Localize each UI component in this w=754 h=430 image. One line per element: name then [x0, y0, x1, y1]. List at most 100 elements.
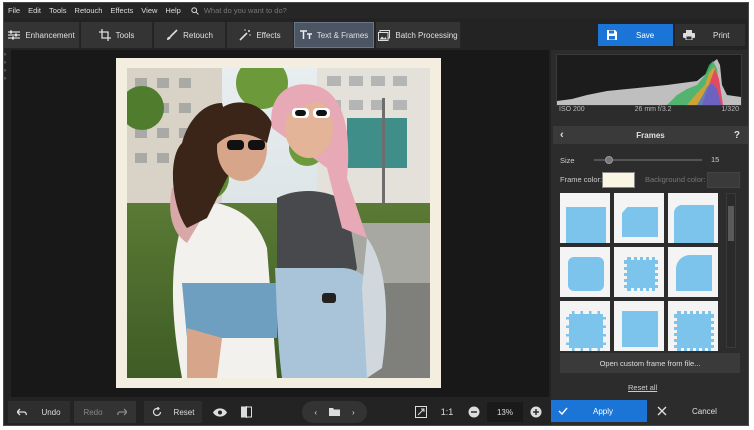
folder-icon[interactable] — [329, 408, 340, 416]
checkmark-icon — [558, 407, 568, 415]
gallery-scrollbar[interactable] — [726, 193, 736, 348]
frame-color-swatch[interactable] — [602, 172, 635, 188]
menu-retouch[interactable]: Retouch — [71, 6, 107, 15]
tab-effects[interactable]: Effects — [227, 22, 294, 48]
frame-thumb-5[interactable] — [614, 247, 664, 297]
size-slider-knob[interactable] — [605, 156, 613, 164]
tab-tools[interactable]: Tools — [81, 22, 153, 48]
apply-label: Apply — [593, 406, 614, 416]
image-navigation: ‹ › — [302, 401, 367, 423]
zoom-out-button[interactable] — [464, 401, 484, 423]
frames-gallery — [560, 193, 720, 351]
eye-icon — [213, 407, 227, 417]
floppy-disk-icon — [607, 30, 617, 40]
tab-text-frames-label: Text & Frames — [316, 30, 369, 40]
apply-button[interactable]: Apply — [551, 400, 647, 422]
frame-thumb-7[interactable] — [560, 301, 610, 351]
exif-lens: 26 mm f/3.2 — [634, 106, 672, 113]
text-tool-icon — [299, 30, 312, 39]
tab-enhancement[interactable]: Enhancement — [4, 22, 80, 48]
frame-color-label: Frame color: — [560, 175, 603, 184]
brush-icon — [167, 29, 178, 40]
search-placeholder: What do you want to do? — [203, 6, 287, 15]
menu-help[interactable]: Help — [161, 6, 184, 15]
magic-wand-icon — [239, 29, 252, 41]
zoom-level-field[interactable]: 13% — [487, 402, 523, 422]
size-slider[interactable] — [594, 156, 702, 164]
size-value: 15 — [711, 155, 720, 164]
redo-button[interactable]: Redo — [74, 401, 136, 423]
open-custom-frame-button[interactable]: Open custom frame from file... — [560, 353, 740, 373]
tab-effects-label: Effects — [256, 30, 281, 40]
save-button[interactable]: Save — [598, 24, 673, 46]
background-color-swatch[interactable] — [707, 172, 740, 188]
redo-icon — [116, 408, 127, 416]
reset-button[interactable]: Reset — [144, 401, 202, 423]
zoom-level-value: 13% — [496, 407, 513, 417]
zoom-in-button[interactable] — [526, 401, 546, 423]
undo-label: Undo — [41, 407, 61, 417]
search-box[interactable]: What do you want to do? — [191, 6, 287, 15]
frame-thumb-1[interactable] — [560, 193, 610, 243]
tab-tools-label: Tools — [115, 30, 135, 40]
background-color-label: Background color: — [645, 175, 706, 184]
tab-batch-label: Batch Processing — [395, 30, 458, 40]
tab-text-frames[interactable]: Text & Frames — [294, 22, 374, 48]
reset-icon — [152, 407, 161, 417]
frames-title: Frames — [636, 130, 665, 140]
compare-icon — [240, 406, 252, 418]
menu-tools[interactable]: Tools — [45, 6, 71, 15]
preview-eye-button[interactable] — [209, 401, 231, 423]
reset-label: Reset — [173, 407, 195, 417]
zoom-out-icon — [468, 406, 480, 418]
frames-panel-header: ‹ Frames ? — [553, 126, 748, 144]
histogram — [556, 54, 742, 106]
cancel-label: Cancel — [692, 406, 717, 416]
images-icon — [378, 29, 391, 41]
help-icon[interactable]: ? — [734, 130, 740, 141]
back-arrow-icon[interactable]: ‹ — [560, 129, 564, 141]
menu-effects[interactable]: Effects — [106, 6, 137, 15]
undo-icon — [17, 408, 28, 416]
printer-icon — [683, 30, 695, 40]
print-button[interactable]: Print — [675, 24, 745, 46]
frame-thumb-3[interactable] — [668, 193, 718, 243]
reset-all-link[interactable]: Reset all — [628, 383, 657, 392]
crop-icon — [98, 29, 111, 41]
menu-edit[interactable]: Edit — [24, 6, 45, 15]
exif-shutter: 1/320 — [721, 106, 739, 113]
frame-thumb-4[interactable] — [560, 247, 610, 297]
previous-image-icon[interactable]: ‹ — [314, 408, 317, 417]
sliders-icon — [8, 30, 21, 40]
search-icon — [191, 6, 199, 15]
menu-bar: File Edit Tools Retouch Effects View Hel… — [4, 3, 748, 18]
compare-button[interactable] — [235, 401, 257, 423]
collapsed-panel-arrows[interactable]: › › › › — [4, 51, 11, 91]
photo-preview[interactable] — [127, 68, 430, 378]
close-icon — [657, 406, 667, 416]
frame-thumb-8[interactable] — [614, 301, 664, 351]
actual-size-button[interactable]: 1:1 — [436, 401, 458, 423]
exif-info: ISO 200 26 mm f/3.2 1/320 — [556, 106, 742, 118]
next-image-icon[interactable]: › — [352, 408, 355, 417]
menu-view[interactable]: View — [137, 6, 161, 15]
zoom-in-icon — [530, 406, 542, 418]
app-window: File Edit Tools Retouch Effects View Hel… — [3, 2, 749, 426]
menu-file[interactable]: File — [4, 6, 24, 15]
tab-batch-processing[interactable]: Batch Processing — [376, 22, 461, 48]
frame-thumb-2[interactable] — [614, 193, 664, 243]
frame-thumb-9[interactable] — [668, 301, 718, 351]
fit-screen-icon — [415, 406, 427, 418]
undo-button[interactable]: Undo — [8, 401, 70, 423]
tab-retouch[interactable]: Retouch — [154, 22, 226, 48]
exif-iso: ISO 200 — [559, 106, 585, 113]
redo-label: Redo — [83, 407, 103, 417]
fit-to-screen-button[interactable] — [413, 401, 429, 423]
tab-retouch-label: Retouch — [183, 30, 213, 40]
print-label: Print — [713, 30, 730, 40]
open-custom-frame-label: Open custom frame from file... — [599, 358, 701, 368]
frame-thumb-6[interactable] — [668, 247, 718, 297]
save-label: Save — [636, 30, 655, 40]
scrollbar-thumb[interactable] — [728, 206, 734, 241]
cancel-button[interactable]: Cancel — [649, 400, 748, 422]
